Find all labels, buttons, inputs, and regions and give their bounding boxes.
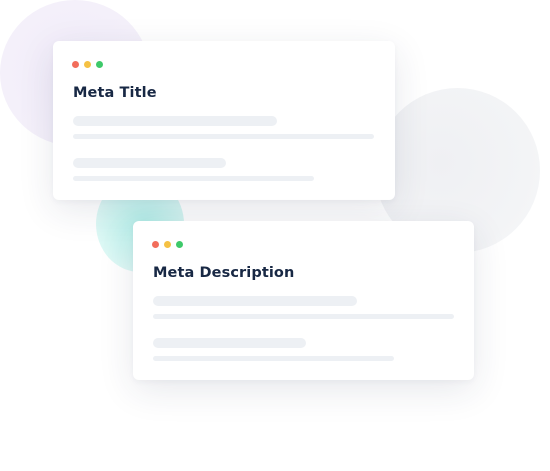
skeleton-line — [73, 176, 314, 181]
window-controls — [72, 61, 103, 68]
skeleton-line — [73, 116, 277, 126]
meta-description-card: Meta Description — [133, 221, 474, 380]
skeleton-line — [153, 314, 454, 319]
skeleton-line — [153, 356, 394, 361]
green-dot-icon — [176, 241, 183, 248]
skeleton-line — [153, 296, 357, 306]
red-dot-icon — [152, 241, 159, 248]
meta-description-heading: Meta Description — [153, 265, 295, 281]
meta-title-card: Meta Title — [53, 41, 395, 200]
meta-title-heading: Meta Title — [73, 85, 157, 101]
red-dot-icon — [72, 61, 79, 68]
yellow-dot-icon — [84, 61, 91, 68]
skeleton-line — [73, 158, 226, 168]
yellow-dot-icon — [164, 241, 171, 248]
skeleton-line — [153, 338, 306, 348]
skeleton-line — [73, 134, 374, 139]
window-controls — [152, 241, 183, 248]
green-dot-icon — [96, 61, 103, 68]
